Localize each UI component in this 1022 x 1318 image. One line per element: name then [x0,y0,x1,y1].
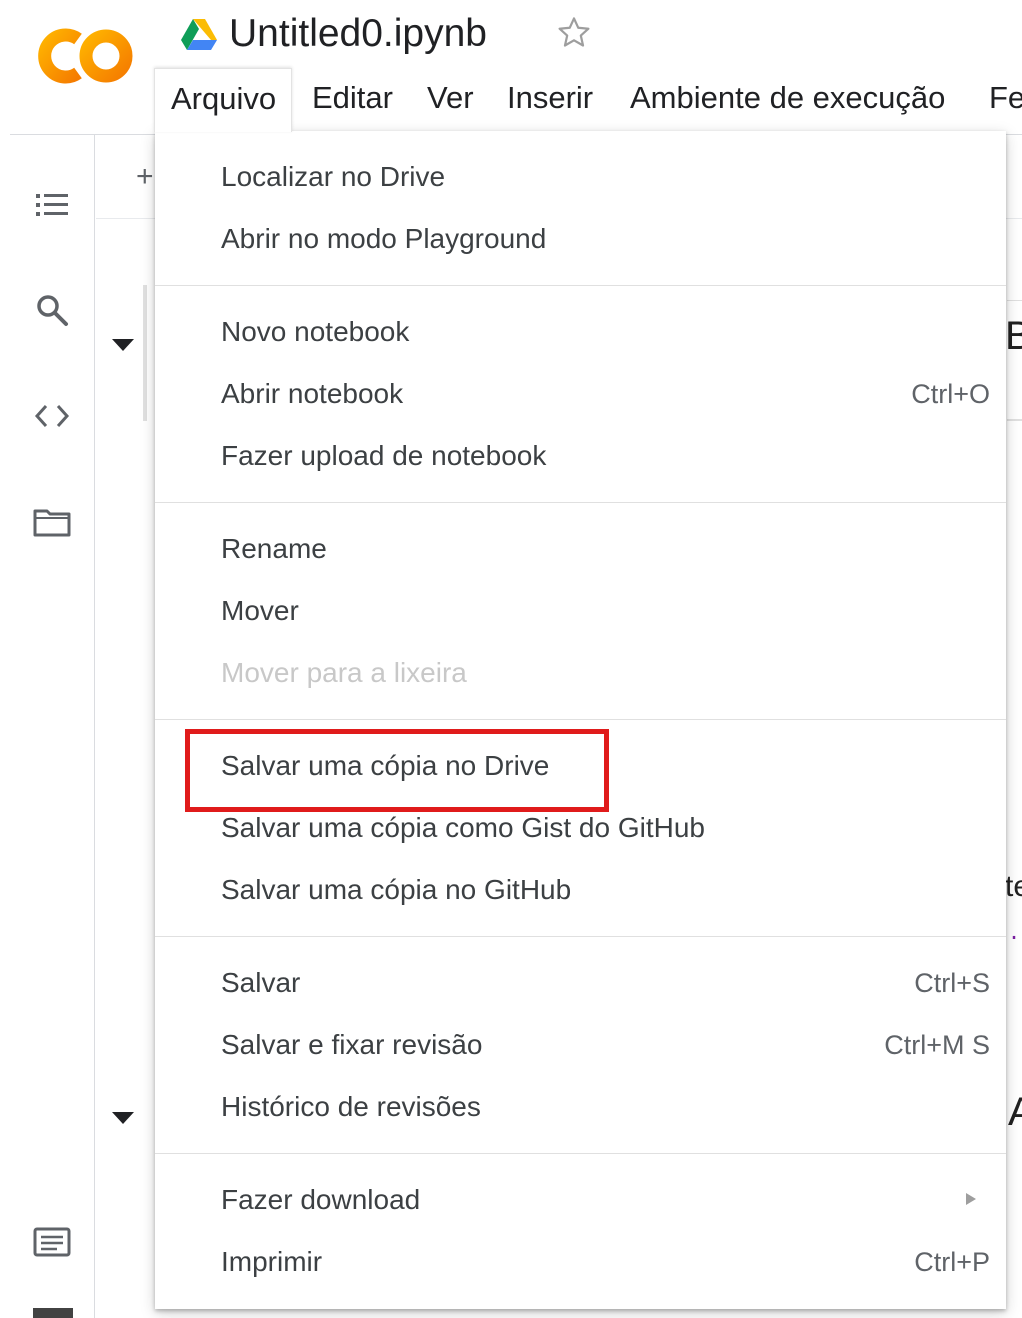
left-sidebar [0,135,95,1318]
colab-window: Untitled0.ipynb Arquivo Editar Ver Inser… [0,0,1022,1318]
menu-item-localizar-no-drive[interactable]: Localizar no Drive [155,146,1006,208]
menu-ferramentas[interactable]: Fe [989,68,1022,132]
notebook-heading-fragment: B [1005,314,1022,358]
menu-item-salvar-e-fixar-revisao[interactable]: Salvar e fixar revisão Ctrl+M S [155,1014,1006,1076]
menu-item-salvar-copia-gist-github[interactable]: Salvar uma cópia como Gist do GitHub [155,797,1006,859]
menu-item-label: Salvar [221,967,301,998]
menu-item-label: Salvar e fixar revisão [221,1029,483,1060]
menu-item-label: Mover para a lixeira [221,657,467,688]
menu-item-mover-para-a-lixeira: Mover para a lixeira [155,642,1006,704]
menu-item-label: Histórico de revisões [221,1091,481,1122]
notebook-text-fragment: te [1005,870,1022,903]
menu-editar[interactable]: Editar [312,68,393,132]
search-icon[interactable] [30,288,74,332]
menu-item-label: Salvar uma cópia como Gist do GitHub [221,812,705,843]
menu-ambiente-de-execucao[interactable]: Ambiente de execução [630,68,945,132]
menu-separator [155,285,1006,286]
menu-item-label: Imprimir [221,1246,323,1277]
menu-item-salvar-copia-github[interactable]: Salvar uma cópia no GitHub [155,859,1006,921]
menu-item-label: Salvar uma cópia no GitHub [221,874,572,905]
menu-ver[interactable]: Ver [427,68,474,132]
menu-item-fazer-upload-de-notebook[interactable]: Fazer upload de notebook [155,425,1006,487]
code-snippets-icon[interactable] [30,394,74,438]
menu-item-rename[interactable]: Rename [155,518,1006,580]
google-drive-icon [180,17,218,51]
menu-item-fazer-download[interactable]: Fazer download [155,1169,1006,1231]
collapse-section-icon[interactable] [110,337,136,353]
menu-arquivo[interactable]: Arquivo [154,68,292,132]
menubar: Arquivo Editar Ver Inserir Ambiente de e… [154,68,1022,132]
menu-separator [155,936,1006,937]
menu-separator [155,719,1006,720]
notebook-code-fragment: .r [1008,920,1022,942]
terminal-icon[interactable] [30,1221,74,1265]
cell-border [143,285,147,421]
menu-item-label: Fazer upload de notebook [221,440,547,471]
menu-item-label: Rename [221,533,327,564]
menu-item-abrir-notebook[interactable]: Abrir notebook Ctrl+O [155,363,1006,425]
collapse-section-icon[interactable] [110,1110,136,1126]
menu-item-shortcut: Ctrl+S [914,968,990,998]
colab-logo[interactable] [32,22,136,90]
submenu-arrow-icon [965,1191,977,1207]
files-folder-icon[interactable] [30,500,74,544]
notebook-title[interactable]: Untitled0.ipynb [229,12,487,56]
table-of-contents-icon[interactable] [30,183,74,227]
menu-inserir[interactable]: Inserir [507,68,593,132]
menu-item-mover[interactable]: Mover [155,580,1006,642]
sidebar-bottom-icon[interactable] [33,1308,73,1318]
menu-item-salvar-uma-copia-no-drive[interactable]: Salvar uma cópia no Drive [155,735,1006,797]
star-icon[interactable] [555,14,593,52]
menu-item-shortcut: Ctrl+O [911,379,990,409]
menu-item-shortcut: Ctrl+M S [884,1030,990,1060]
menu-item-label: Abrir no modo Playground [221,223,547,254]
add-cell-icon[interactable]: + [136,160,154,194]
menu-item-shortcut: Ctrl+P [914,1247,990,1277]
menu-item-salvar[interactable]: Salvar Ctrl+S [155,952,1006,1014]
notebook-heading-fragment: A [1008,1090,1022,1134]
menu-item-abrir-no-modo-playground[interactable]: Abrir no modo Playground [155,208,1006,270]
menu-item-imprimir[interactable]: Imprimir Ctrl+P [155,1231,1006,1293]
menu-item-label: Localizar no Drive [221,161,446,192]
file-menu-dropdown: Localizar no Drive Abrir no modo Playgro… [155,131,1006,1309]
menu-item-novo-notebook[interactable]: Novo notebook [155,301,1006,363]
menu-separator [155,1153,1006,1154]
menu-item-label: Mover [221,595,299,626]
menu-item-historico-de-revisoes[interactable]: Histórico de revisões [155,1076,1006,1138]
menu-item-label: Fazer download [221,1184,421,1215]
menu-item-label: Salvar uma cópia no Drive [221,750,550,781]
menu-item-label: Abrir notebook [221,378,404,409]
menu-item-label: Novo notebook [221,316,410,347]
menu-separator [155,502,1006,503]
